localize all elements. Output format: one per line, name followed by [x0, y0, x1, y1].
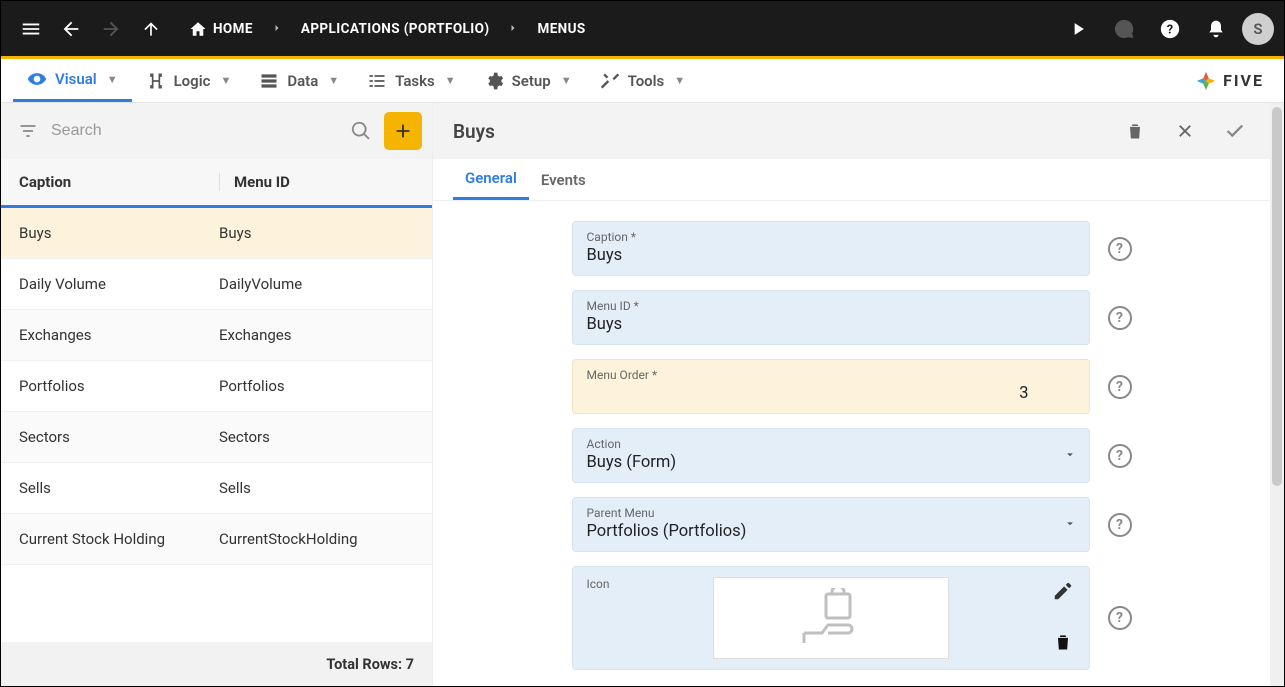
- chevron-right-icon: [501, 18, 525, 39]
- icon-field: Icon: [572, 566, 1090, 670]
- icon-preview: [713, 577, 949, 659]
- tab-general[interactable]: General: [453, 159, 529, 200]
- menuorder-field[interactable]: Menu Order * 3: [572, 359, 1090, 414]
- header-actions: ? S: [1058, 9, 1274, 49]
- plus-icon: [392, 120, 414, 142]
- delete-icon-button[interactable]: [1053, 632, 1073, 656]
- nav-forward-icon: [91, 9, 131, 49]
- tasks-icon: [367, 71, 387, 91]
- column-caption[interactable]: Caption: [19, 173, 219, 191]
- tools-icon: [600, 71, 620, 91]
- close-icon: [1176, 122, 1194, 140]
- nav-up-icon[interactable]: [131, 9, 171, 49]
- action-field[interactable]: Action Buys (Form): [572, 428, 1090, 483]
- list-body: Buys Buys Daily Volume DailyVolume Excha…: [1, 208, 432, 642]
- detail-body: Caption * Buys ? Menu ID * Buys ? Menu O…: [433, 201, 1270, 686]
- detail-panel: Buys General Events Caption * B: [433, 103, 1284, 686]
- chevron-down-icon: ▼: [445, 74, 456, 87]
- list-row[interactable]: Portfolios Portfolios: [1, 361, 432, 412]
- edit-icon-button[interactable]: [1052, 580, 1074, 606]
- filter-icon[interactable]: [11, 114, 45, 148]
- chevron-down-icon: [1063, 446, 1077, 465]
- list-panel: Caption Menu ID Buys Buys Daily Volume D…: [1, 103, 433, 686]
- field-help-icon[interactable]: ?: [1108, 606, 1132, 630]
- bell-icon[interactable]: [1196, 9, 1236, 49]
- breadcrumb-applications[interactable]: APPLICATIONS (PORTFOLIO): [293, 15, 498, 43]
- secondary-menu: Visual▼ Logic▼ Data▼ Tasks▼ Setup▼ Tools…: [1, 59, 1284, 103]
- menu-data[interactable]: Data▼: [245, 59, 353, 102]
- caption-field[interactable]: Caption * Buys: [572, 221, 1090, 276]
- menu-logic[interactable]: Logic▼: [132, 59, 246, 102]
- parentmenu-field[interactable]: Parent Menu Portfolios (Portfolios): [572, 497, 1090, 552]
- shopping-bag-hand-icon: [796, 588, 866, 648]
- pencil-icon: [1052, 580, 1074, 602]
- search-input[interactable]: [51, 122, 338, 140]
- field-help-icon[interactable]: ?: [1108, 513, 1132, 537]
- chevron-down-icon: ▼: [674, 74, 685, 87]
- nav-back-icon[interactable]: [51, 9, 91, 49]
- avatar[interactable]: S: [1242, 13, 1274, 45]
- run-icon[interactable]: [1058, 9, 1098, 49]
- search-row: [1, 103, 432, 159]
- detail-actions: [1120, 116, 1250, 146]
- field-help-icon[interactable]: ?: [1108, 375, 1132, 399]
- list-row[interactable]: Current Stock Holding CurrentStockHoldin…: [1, 514, 432, 565]
- chevron-down-icon: ▼: [220, 74, 231, 87]
- brand-logo: FIVE: [1195, 70, 1272, 92]
- trash-icon: [1125, 121, 1145, 141]
- menu-tools[interactable]: Tools▼: [586, 59, 700, 102]
- field-help-icon[interactable]: ?: [1108, 237, 1132, 261]
- menuid-field[interactable]: Menu ID * Buys: [572, 290, 1090, 345]
- logic-icon: [146, 71, 166, 91]
- chevron-right-icon: [265, 18, 289, 39]
- chat-icon[interactable]: [1104, 9, 1144, 49]
- close-button[interactable]: [1170, 116, 1200, 146]
- detail-header: Buys: [433, 103, 1270, 159]
- list-row[interactable]: Exchanges Exchanges: [1, 310, 432, 361]
- list-row[interactable]: Sectors Sectors: [1, 412, 432, 463]
- svg-text:?: ?: [1167, 22, 1173, 37]
- page-title: Buys: [453, 120, 495, 143]
- chevron-down-icon: ▼: [107, 73, 118, 86]
- breadcrumb-menus[interactable]: MENUS: [529, 15, 593, 43]
- five-logo-icon: [1195, 70, 1217, 92]
- delete-button[interactable]: [1120, 116, 1150, 146]
- eye-icon: [27, 69, 47, 89]
- menu-tasks[interactable]: Tasks▼: [353, 59, 469, 102]
- scrollbar[interactable]: [1270, 103, 1284, 686]
- detail-tabs: General Events: [433, 159, 1270, 201]
- breadcrumb-home-label: HOME: [213, 21, 253, 37]
- list-header: Caption Menu ID: [1, 159, 432, 208]
- chevron-down-icon: [1063, 515, 1077, 534]
- search-icon[interactable]: [344, 114, 378, 148]
- gear-icon: [484, 71, 504, 91]
- field-help-icon[interactable]: ?: [1108, 306, 1132, 330]
- app-header: HOME APPLICATIONS (PORTFOLIO) MENUS ? S: [1, 1, 1284, 56]
- check-icon: [1224, 120, 1246, 142]
- chevron-down-icon: ▼: [561, 74, 572, 87]
- field-help-icon[interactable]: ?: [1108, 444, 1132, 468]
- data-icon: [259, 71, 279, 91]
- breadcrumb: HOME APPLICATIONS (PORTFOLIO) MENUS: [181, 14, 594, 44]
- menu-visual[interactable]: Visual▼: [13, 59, 132, 102]
- save-button[interactable]: [1220, 116, 1250, 146]
- chevron-down-icon: ▼: [328, 74, 339, 87]
- home-icon: [189, 20, 207, 38]
- workspace: Caption Menu ID Buys Buys Daily Volume D…: [1, 103, 1284, 686]
- list-footer: Total Rows: 7: [1, 642, 432, 686]
- add-button[interactable]: [384, 112, 422, 150]
- breadcrumb-home[interactable]: HOME: [181, 14, 261, 44]
- column-menu-id[interactable]: Menu ID: [234, 173, 290, 191]
- tab-events[interactable]: Events: [529, 159, 598, 200]
- hamburger-icon[interactable]: [11, 9, 51, 49]
- trash-icon: [1053, 632, 1073, 652]
- menu-setup[interactable]: Setup▼: [470, 59, 586, 102]
- list-row[interactable]: Buys Buys: [1, 208, 432, 259]
- list-row[interactable]: Daily Volume DailyVolume: [1, 259, 432, 310]
- list-row[interactable]: Sells Sells: [1, 463, 432, 514]
- help-icon[interactable]: ?: [1150, 9, 1190, 49]
